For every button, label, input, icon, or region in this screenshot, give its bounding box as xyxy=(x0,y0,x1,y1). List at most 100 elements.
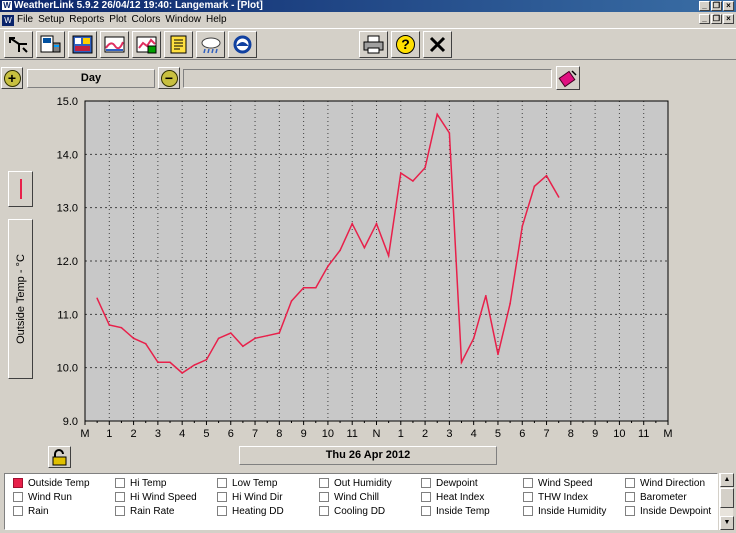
series-checkbox[interactable] xyxy=(115,506,125,516)
series-checkbox[interactable] xyxy=(421,492,431,502)
restore-button[interactable]: ❐ xyxy=(711,1,722,11)
lock-button[interactable] xyxy=(48,446,71,468)
period-selector[interactable]: Day xyxy=(27,69,155,88)
series-option-heating-dd[interactable]: Heating DD xyxy=(217,504,284,518)
bulletin-icon xyxy=(104,36,125,53)
series-checkbox[interactable] xyxy=(523,478,533,488)
series-checkbox[interactable] xyxy=(217,478,227,488)
series-checkbox[interactable] xyxy=(319,478,329,488)
x-tick-label: M xyxy=(80,428,89,440)
series-checkbox[interactable] xyxy=(115,492,125,502)
noaa-icon xyxy=(233,35,252,54)
series-option-label: Rain xyxy=(28,505,49,517)
series-checkbox[interactable] xyxy=(217,492,227,502)
minimize-button[interactable]: _ xyxy=(699,1,710,11)
doc-restore-button[interactable]: ❐ xyxy=(711,14,722,24)
series-option-heat-index[interactable]: Heat Index xyxy=(421,490,484,504)
series-option-wind-run[interactable]: Wind Run xyxy=(13,490,72,504)
series-checkbox[interactable] xyxy=(523,506,533,516)
y-tick-label: 12.0 xyxy=(57,256,78,268)
series-option-label: Dewpoint xyxy=(436,477,478,489)
zoom-out-button[interactable]: − xyxy=(158,67,180,89)
data-point xyxy=(302,286,305,289)
scroll-down-button[interactable]: ▼ xyxy=(720,516,734,530)
series-selector-panel: Outside Temp Hi Temp Low Temp Out Humidity D… xyxy=(4,473,718,530)
series-option-hi-temp[interactable]: Hi Temp xyxy=(115,476,167,490)
series-checkbox[interactable] xyxy=(625,478,635,488)
series-checkbox[interactable] xyxy=(625,492,635,502)
x-tick-label: 9 xyxy=(301,428,307,440)
series-option-inside-temp[interactable]: Inside Temp xyxy=(421,504,490,518)
series-checkbox[interactable] xyxy=(217,506,227,516)
series-checkbox[interactable] xyxy=(13,506,23,516)
data-point xyxy=(424,166,426,169)
series-option-cooling-dd[interactable]: Cooling DD xyxy=(319,504,385,518)
data-point xyxy=(108,324,111,326)
app-icon: W xyxy=(2,1,12,10)
series-checkbox[interactable] xyxy=(625,506,635,516)
zoom-in-button[interactable]: + xyxy=(1,67,23,89)
series-option-wind-direction[interactable]: Wind Direction xyxy=(625,476,705,490)
data-point xyxy=(96,297,98,300)
series-checkbox[interactable] xyxy=(319,506,329,516)
x-tick-label: 6 xyxy=(228,428,234,440)
menu-plot[interactable]: Plot xyxy=(109,13,131,27)
legend-scrollbar[interactable]: ▲ ▼ xyxy=(719,473,734,530)
series-option-label: Wind Direction xyxy=(640,477,706,489)
walk-button[interactable] xyxy=(4,31,33,58)
close-plot-button[interactable] xyxy=(423,31,452,58)
forecast-button[interactable] xyxy=(196,31,225,58)
noaa-button[interactable] xyxy=(228,31,257,58)
series-option-thw-index[interactable]: THW Index xyxy=(523,490,588,504)
series-option-barometer[interactable]: Barometer xyxy=(625,490,687,504)
scroll-thumb[interactable] xyxy=(720,488,734,508)
doc-close-button[interactable]: × xyxy=(723,14,734,24)
color-picker-button[interactable] xyxy=(556,66,580,90)
series-checkbox[interactable] xyxy=(13,478,23,488)
series-checkbox[interactable] xyxy=(421,478,431,488)
series-option-label: Out Humidity xyxy=(334,477,392,489)
date-selector[interactable]: Thu 26 Apr 2012 xyxy=(239,446,497,465)
series-checkbox[interactable] xyxy=(13,492,23,502)
summary-button[interactable] xyxy=(68,31,97,58)
series-option-outside-temp[interactable]: Outside Temp xyxy=(13,476,90,490)
title-bar: W WeatherLink 5.9.2 26/04/12 19:40: Lange… xyxy=(0,0,736,12)
close-window-button[interactable]: × xyxy=(723,1,734,11)
window-title: WeatherLink 5.9.2 26/04/12 19:40: Langem… xyxy=(14,0,263,11)
series-checkbox[interactable] xyxy=(523,492,533,502)
series-checkbox[interactable] xyxy=(421,506,431,516)
menu-setup[interactable]: Setup xyxy=(38,13,69,27)
series-option-wind-chill[interactable]: Wind Chill xyxy=(319,490,379,504)
close-icon xyxy=(429,36,446,53)
temperature-chart[interactable]: M 1 2 3 4 5 6 7 8 9 10 11 N 1 2 3 4 5 6 7 8 9 10 11 M9.010.011.0… xyxy=(0,93,736,453)
plot-button[interactable] xyxy=(132,31,161,58)
menu-colors[interactable]: Colors xyxy=(132,13,166,27)
series-checkbox[interactable] xyxy=(319,492,329,502)
plot-field-box[interactable] xyxy=(183,69,552,88)
menu-reports[interactable]: Reports xyxy=(69,13,109,27)
series-option-low-temp[interactable]: Low Temp xyxy=(217,476,277,490)
bulletin-button[interactable] xyxy=(100,31,129,58)
summary-icon xyxy=(72,35,93,54)
series-option-dewpoint[interactable]: Dewpoint xyxy=(421,476,478,490)
series-option-wind-speed[interactable]: Wind Speed xyxy=(523,476,592,490)
menu-window[interactable]: Window xyxy=(165,13,206,27)
series-option-hi-wind-speed[interactable]: Hi Wind Speed xyxy=(115,490,197,504)
doc-minimize-button[interactable]: _ xyxy=(699,14,710,24)
data-point xyxy=(557,196,560,198)
series-option-inside-humidity[interactable]: Inside Humidity xyxy=(523,504,606,518)
series-checkbox[interactable] xyxy=(115,478,125,488)
station-status-button[interactable] xyxy=(36,31,65,58)
menu-file[interactable]: File xyxy=(17,13,38,27)
menu-help[interactable]: Help xyxy=(206,13,232,27)
notes-button[interactable] xyxy=(164,31,193,58)
scroll-up-button[interactable]: ▲ xyxy=(720,473,734,487)
series-option-inside-dewpoint[interactable]: Inside Dewpoint xyxy=(625,504,711,518)
series-option-rain[interactable]: Rain xyxy=(13,504,49,518)
print-button[interactable] xyxy=(359,31,388,58)
series-option-rain-rate[interactable]: Rain Rate xyxy=(115,504,174,518)
series-option-hi-wind-dir[interactable]: Hi Wind Dir xyxy=(217,490,283,504)
series-option-out-humidity[interactable]: Out Humidity xyxy=(319,476,392,490)
document-icon[interactable]: W xyxy=(2,14,14,26)
help-button[interactable]: ? xyxy=(391,31,420,58)
